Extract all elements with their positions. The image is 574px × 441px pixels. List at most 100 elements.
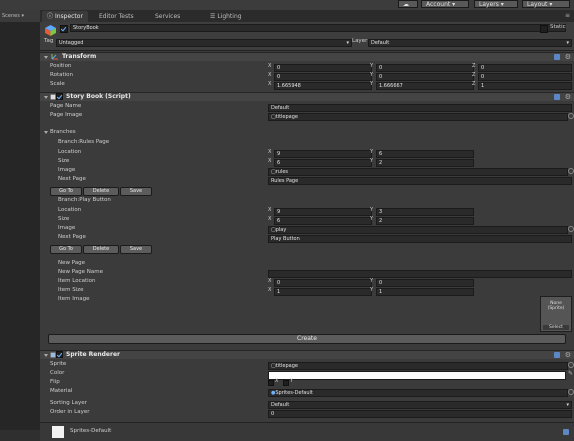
branch-next-page-field[interactable]: Rules Page	[268, 177, 572, 185]
help-icon[interactable]	[554, 352, 560, 358]
save-button[interactable]: Save	[120, 245, 152, 254]
object-picker-icon[interactable]	[568, 362, 574, 368]
item-size-x-field[interactable]: 1	[274, 288, 372, 296]
new-page-name-field[interactable]	[268, 270, 572, 278]
tag-dropdown[interactable]: Untagged ▾	[56, 39, 352, 47]
tab-lighting[interactable]: ☰ Lighting	[205, 11, 247, 22]
eyedropper-icon[interactable]: ✎	[568, 370, 573, 377]
rotation-z-field[interactable]: 0	[478, 73, 572, 81]
new-page-name-label: New Page Name	[58, 269, 104, 275]
material-footer-name: Sprites-Default	[70, 428, 112, 434]
static-checkbox[interactable]	[540, 25, 548, 33]
layers-dropdown[interactable]: Layers ▾	[474, 0, 518, 8]
branches-collapse-icon[interactable]	[44, 131, 48, 134]
account-dropdown[interactable]: Account ▾	[421, 0, 469, 8]
help-icon[interactable]	[554, 94, 560, 100]
branch-size-y-field[interactable]: 2	[376, 159, 474, 167]
scenes-header[interactable]: Scenes ▾	[0, 10, 40, 22]
object-picker-icon[interactable]	[568, 168, 574, 174]
tab-editor-tests[interactable]: Editor Tests	[94, 11, 139, 22]
tab-bar: ⓘ Inspector Editor Tests Services ☰ Ligh…	[40, 10, 574, 22]
branch-size-x-field[interactable]: 6	[274, 217, 372, 225]
sorting-layer-dropdown[interactable]: Default ▾	[268, 401, 572, 409]
layer-dropdown[interactable]: Default ▾	[368, 39, 572, 47]
item-size-label: Item Size	[58, 287, 84, 293]
inspector-panel: ⓘ Inspector Editor Tests Services ☰ Ligh…	[40, 10, 574, 441]
position-y-field[interactable]: 0	[376, 64, 474, 72]
sprite-field[interactable]: ▢titlepage	[268, 362, 568, 370]
material-field[interactable]: ●Sprites-Default	[268, 389, 568, 397]
create-button[interactable]: Create	[48, 334, 566, 344]
sprite-renderer-header[interactable]: Sprite Renderer ⚙	[40, 350, 574, 359]
rotation-y-field[interactable]: 0	[376, 73, 474, 81]
settings-gear-icon[interactable]: ⚙	[565, 93, 571, 101]
color-swatch[interactable]	[268, 371, 566, 380]
settings-gear-icon[interactable]: ⚙	[565, 351, 571, 359]
order-in-layer-label: Order in Layer	[50, 409, 90, 415]
sprite-renderer-enabled-checkbox[interactable]	[56, 351, 63, 358]
panel-menu-icon[interactable]: ≡	[565, 13, 571, 19]
page-name-label: Page Name	[50, 103, 82, 109]
page-image-field[interactable]: ▢titlepage	[268, 113, 568, 121]
delete-button[interactable]: Delete	[83, 245, 119, 254]
object-picker-icon[interactable]	[568, 113, 574, 119]
settings-gear-icon[interactable]: ⚙	[565, 53, 571, 61]
scale-x-field[interactable]: 1.665948	[274, 82, 372, 90]
material-label: Material	[50, 388, 73, 394]
layer-label: Layer	[352, 38, 368, 44]
layout-dropdown[interactable]: Layout ▾	[522, 0, 570, 8]
object-picker-icon[interactable]	[568, 389, 574, 395]
tab-services[interactable]: Services	[150, 11, 185, 22]
sorting-layer-label: Sorting Layer	[50, 400, 87, 406]
branch-location-y-field[interactable]: 6	[376, 150, 474, 158]
delete-button[interactable]: Delete	[83, 187, 119, 196]
flip-label: Flip	[50, 379, 60, 385]
item-location-y-field[interactable]: 0	[376, 279, 474, 287]
item-size-y-field[interactable]: 1	[376, 288, 474, 296]
cloud-button[interactable]: ☁	[398, 0, 418, 8]
branch-location-y-field[interactable]: 3	[376, 208, 474, 216]
branch-image-field[interactable]: ▢play	[268, 226, 568, 234]
transform-header[interactable]: Transform ⚙	[40, 52, 574, 61]
scale-z-field[interactable]: 1	[478, 82, 572, 90]
branch-size-y-field[interactable]: 2	[376, 217, 474, 225]
branch-next-page-field[interactable]: Play Button	[268, 235, 572, 243]
help-icon[interactable]	[554, 54, 560, 60]
collapse-arrow-icon[interactable]	[44, 56, 48, 59]
rotation-x-field[interactable]: 0	[274, 73, 372, 81]
save-button[interactable]: Save	[120, 187, 152, 196]
branch-location-x-field[interactable]: 9	[274, 150, 372, 158]
goto-button[interactable]: Go To	[50, 187, 82, 196]
branch-location-x-field[interactable]: 9	[274, 208, 372, 216]
order-in-layer-field[interactable]: 0	[268, 410, 572, 418]
script-enabled-checkbox[interactable]	[56, 93, 63, 100]
select-button[interactable]: Select	[543, 325, 569, 330]
goto-button[interactable]: Go To	[50, 245, 82, 254]
new-page-label: New Page	[58, 260, 86, 266]
branch-size-x-field[interactable]: 6	[274, 159, 372, 167]
position-x-field[interactable]: 0	[274, 64, 372, 72]
collapse-arrow-icon[interactable]	[44, 96, 48, 99]
tab-inspector[interactable]: ⓘ Inspector	[42, 11, 88, 22]
item-image-preview[interactable]: None (Sprite) Select	[540, 296, 572, 332]
lighting-icon: ☰	[210, 13, 216, 20]
flip-y-checkbox[interactable]	[283, 380, 289, 386]
cloud-icon: ☁	[403, 1, 409, 8]
branch-title: Branch:Play Button	[58, 197, 111, 203]
inspector-icon: ⓘ	[47, 13, 54, 20]
object-name-field[interactable]: StoryBook	[70, 24, 566, 32]
page-name-field[interactable]: Default	[268, 104, 572, 112]
collapse-arrow-icon[interactable]	[44, 354, 48, 357]
storybook-header[interactable]: Story Book (Script) ⚙	[40, 92, 574, 101]
flip-x-checkbox[interactable]	[268, 380, 274, 386]
item-location-x-field[interactable]: 0	[274, 279, 372, 287]
object-picker-icon[interactable]	[568, 226, 574, 232]
page-image-label: Page Image	[50, 112, 83, 118]
dropdown-arrow-icon: ▾	[346, 40, 349, 46]
position-z-field[interactable]: 0	[478, 64, 572, 72]
active-checkbox[interactable]	[60, 25, 68, 33]
preview-none-label: None (Sprite)	[547, 301, 565, 311]
branch-image-field[interactable]: ▢rules	[268, 168, 568, 176]
scale-y-field[interactable]: 1.666667	[376, 82, 474, 90]
object-header: StoryBook Static Tag Untagged ▾ Layer De…	[40, 22, 574, 51]
